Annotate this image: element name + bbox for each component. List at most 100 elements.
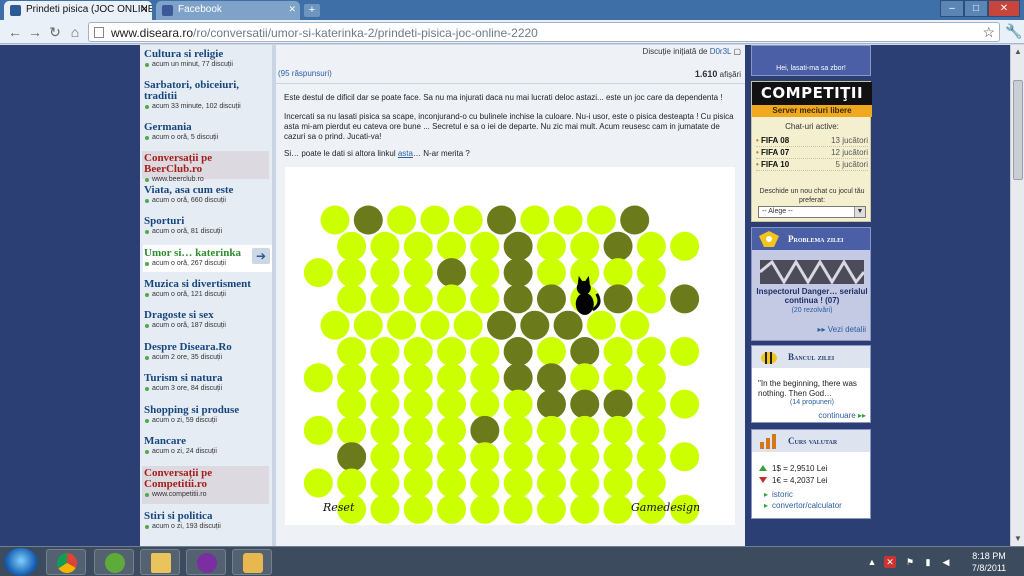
open-dot[interactable] — [670, 442, 700, 472]
open-dot[interactable] — [503, 415, 533, 445]
open-dot[interactable] — [670, 231, 700, 261]
sidebar-item-mancare[interactable]: Mancare acum o zi, 24 discuții — [144, 436, 271, 457]
maximize-icon[interactable]: □ — [964, 0, 988, 17]
open-dot[interactable] — [570, 468, 600, 498]
open-dot[interactable] — [370, 363, 400, 393]
open-dot[interactable] — [603, 363, 633, 393]
share-link[interactable]: asta — [398, 149, 413, 158]
blocked-dot[interactable] — [670, 284, 700, 314]
open-dot[interactable] — [370, 442, 400, 472]
tray-expand-icon[interactable]: ▲ — [866, 556, 878, 568]
open-dot[interactable] — [570, 494, 600, 524]
open-dot[interactable] — [470, 389, 500, 419]
open-dot[interactable] — [570, 442, 600, 472]
blocked-dot[interactable] — [503, 337, 533, 366]
chat-row[interactable]: FIFA 07 12 jucători — [756, 148, 868, 159]
open-dot[interactable] — [370, 494, 400, 524]
sidebar-item-turism[interactable]: Turism si natura acum 3 ore, 84 discuții — [144, 373, 271, 394]
blocked-dot[interactable] — [553, 310, 583, 340]
open-dot[interactable] — [403, 389, 433, 419]
open-dot[interactable] — [370, 231, 400, 261]
open-dot[interactable] — [470, 284, 500, 314]
blocked-dot[interactable] — [603, 231, 633, 261]
open-dot[interactable] — [670, 389, 700, 419]
sidebar-item-umor[interactable]: Umor si… katerinka acum o oră, 267 discu… — [143, 245, 272, 272]
blocked-dot[interactable] — [337, 442, 367, 472]
blocked-dot[interactable] — [470, 415, 500, 445]
sidebar-item-cultura[interactable]: Cultura si religie acum un minut, 77 dis… — [144, 49, 271, 70]
open-dot[interactable] — [636, 258, 666, 288]
open-dot[interactable] — [337, 337, 367, 366]
clock[interactable]: 8:18 PM 7/8/2011 — [962, 550, 1016, 574]
network-icon[interactable]: ▮ — [922, 556, 934, 568]
open-dot[interactable] — [403, 363, 433, 393]
open-dot[interactable] — [603, 415, 633, 445]
sidebar-item-despre[interactable]: Despre Diseara.Ro acum 2 ore, 35 discuți… — [144, 342, 271, 363]
open-dot[interactable] — [503, 442, 533, 472]
open-dot[interactable] — [470, 258, 500, 288]
scroll-down-icon[interactable]: ▼ — [1011, 532, 1024, 546]
blocked-dot[interactable] — [570, 389, 600, 419]
app-taskbar-button[interactable] — [232, 549, 272, 575]
open-dot[interactable] — [403, 337, 433, 366]
forward-icon[interactable]: → — [26, 23, 44, 41]
gamedesign-link[interactable]: Gamedesign — [631, 501, 700, 514]
utorrent-taskbar-button[interactable] — [94, 549, 134, 575]
open-dot[interactable] — [437, 468, 467, 498]
new-tab-button[interactable]: + — [304, 4, 320, 17]
wrench-icon[interactable]: 🔧 — [1005, 23, 1022, 40]
address-bar[interactable]: www.diseara.ro/ro/conversatii/umor-si-ka… — [88, 22, 1000, 42]
problem-details-link[interactable]: ▸▸ Vezi detalii — [817, 325, 866, 334]
open-dot[interactable] — [387, 310, 417, 340]
sidebar-item-viata[interactable]: Viata, asa cum este acum o oră, 660 disc… — [144, 185, 271, 206]
open-dot[interactable] — [536, 415, 566, 445]
blocked-dot[interactable] — [487, 310, 516, 340]
yahoo-tray-icon[interactable]: ✕ — [884, 556, 896, 568]
blocked-dot[interactable] — [620, 205, 650, 235]
open-dot[interactable] — [603, 337, 633, 366]
open-dot[interactable] — [420, 310, 450, 340]
open-dot[interactable] — [536, 231, 566, 261]
open-dot[interactable] — [603, 494, 633, 524]
open-dot[interactable] — [320, 310, 350, 340]
blocked-dot[interactable] — [536, 363, 566, 393]
open-dot[interactable] — [403, 494, 433, 524]
sidebar-item-shopping[interactable]: Shopping si produse acum o zi, 59 discuț… — [144, 405, 271, 426]
open-dot[interactable] — [636, 415, 666, 445]
chat-row[interactable]: FIFA 10 5 jucători — [756, 160, 868, 171]
open-dot[interactable] — [470, 337, 500, 366]
blocked-dot[interactable] — [503, 231, 533, 261]
open-dot[interactable] — [636, 231, 666, 261]
open-dot[interactable] — [670, 337, 700, 366]
open-dot[interactable] — [536, 442, 566, 472]
open-dot[interactable] — [636, 337, 666, 366]
problem-title[interactable]: Inspectorul Danger… serialul continua ! … — [752, 287, 872, 305]
blocked-dot[interactable] — [487, 205, 516, 235]
open-dot[interactable] — [570, 231, 600, 261]
open-dot[interactable] — [370, 389, 400, 419]
open-dot[interactable] — [603, 258, 633, 288]
open-dot[interactable] — [403, 258, 433, 288]
competitii-logo[interactable]: COMPETIŢII — [752, 82, 872, 105]
open-dot[interactable] — [320, 205, 350, 235]
reset-button[interactable]: Reset — [323, 501, 354, 514]
sidebar-item-sarbatori[interactable]: Sarbatori, obiceiuri, traditii acum 33 m… — [144, 80, 271, 112]
open-dot[interactable] — [570, 415, 600, 445]
open-dot[interactable] — [636, 389, 666, 419]
close-window-icon[interactable]: ✕ — [988, 0, 1020, 17]
home-icon[interactable]: ⌂ — [66, 23, 84, 41]
open-dot[interactable] — [536, 468, 566, 498]
open-dot[interactable] — [536, 258, 566, 288]
open-dot[interactable] — [337, 415, 367, 445]
scroll-thumb[interactable] — [1013, 80, 1023, 180]
sidebar-item-competitii[interactable]: Conversații pe Competitii.ro www.competi… — [142, 466, 269, 504]
flag-icon[interactable]: ⚑ — [904, 556, 916, 568]
yahoo-messenger-taskbar-button[interactable] — [186, 549, 226, 575]
open-dot[interactable] — [403, 231, 433, 261]
open-dot[interactable] — [403, 284, 433, 314]
open-dot[interactable] — [603, 442, 633, 472]
minimize-icon[interactable]: – — [940, 0, 964, 17]
sidebar-item-muzica[interactable]: Muzica si divertisment acum o oră, 121 d… — [144, 279, 271, 300]
open-dot[interactable] — [503, 468, 533, 498]
open-dot[interactable] — [437, 442, 467, 472]
